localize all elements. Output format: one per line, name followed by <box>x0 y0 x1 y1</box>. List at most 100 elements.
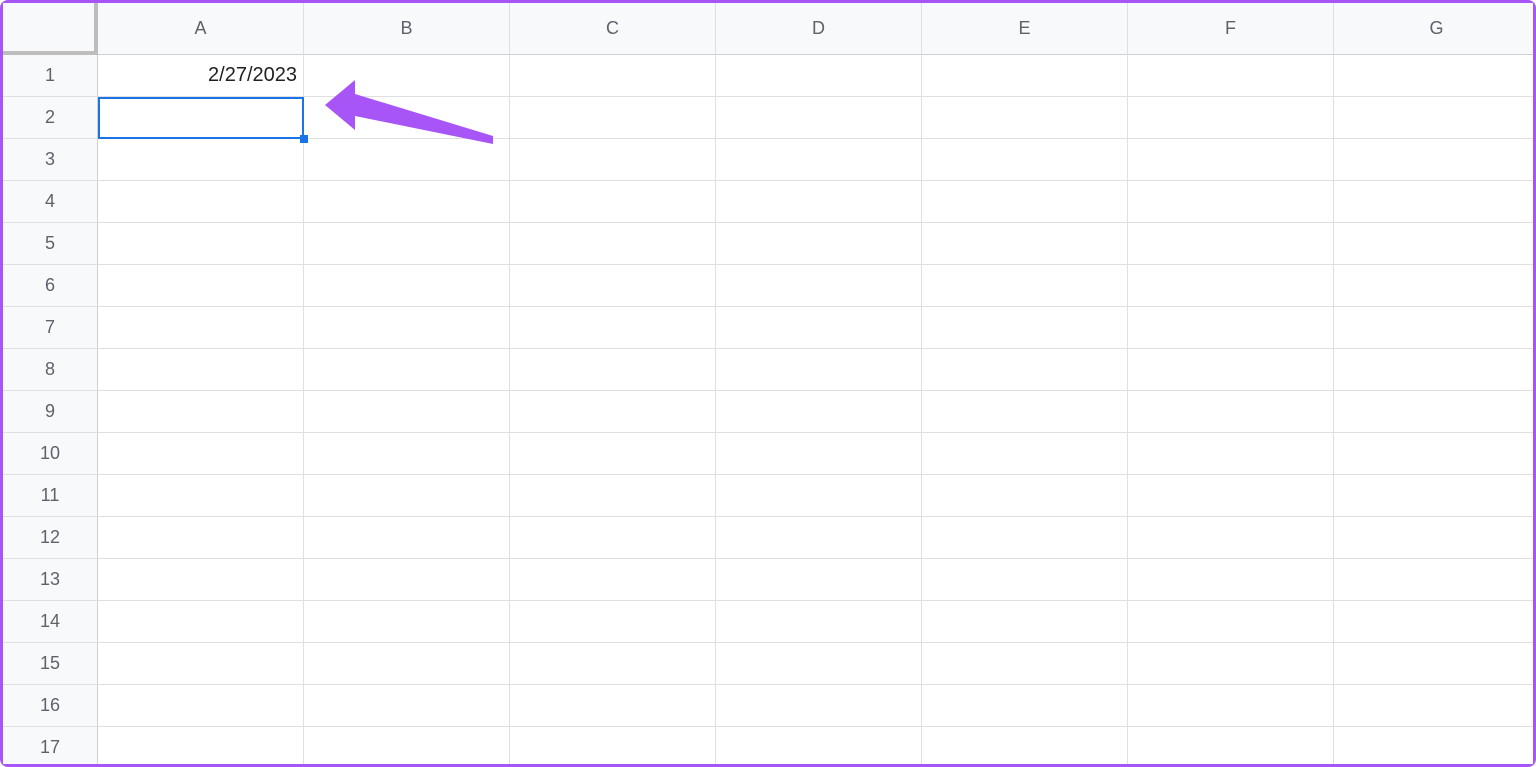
cell-e15[interactable] <box>922 643 1128 685</box>
cell-f15[interactable] <box>1128 643 1334 685</box>
cell-g11[interactable] <box>1334 475 1533 517</box>
cell-g5[interactable] <box>1334 223 1533 265</box>
cell-d13[interactable] <box>716 559 922 601</box>
cell-f8[interactable] <box>1128 349 1334 391</box>
cell-g10[interactable] <box>1334 433 1533 475</box>
cell-g17[interactable] <box>1334 727 1533 764</box>
cell-c10[interactable] <box>510 433 716 475</box>
cell-b14[interactable] <box>304 601 510 643</box>
cell-d12[interactable] <box>716 517 922 559</box>
column-header-g[interactable]: G <box>1334 3 1533 55</box>
cell-a1[interactable]: 2/27/2023 <box>98 55 304 97</box>
cell-g15[interactable] <box>1334 643 1533 685</box>
cell-d1[interactable] <box>716 55 922 97</box>
row-header-15[interactable]: 15 <box>3 643 98 685</box>
cell-a11[interactable] <box>98 475 304 517</box>
row-header-7[interactable]: 7 <box>3 307 98 349</box>
cell-c12[interactable] <box>510 517 716 559</box>
cell-a16[interactable] <box>98 685 304 727</box>
cell-e4[interactable] <box>922 181 1128 223</box>
cell-g9[interactable] <box>1334 391 1533 433</box>
cell-c7[interactable] <box>510 307 716 349</box>
cell-c14[interactable] <box>510 601 716 643</box>
cell-a17[interactable] <box>98 727 304 764</box>
row-header-16[interactable]: 16 <box>3 685 98 727</box>
select-all-corner[interactable] <box>3 3 98 55</box>
cell-a9[interactable] <box>98 391 304 433</box>
cell-d7[interactable] <box>716 307 922 349</box>
cell-c3[interactable] <box>510 139 716 181</box>
cell-b6[interactable] <box>304 265 510 307</box>
row-header-14[interactable]: 14 <box>3 601 98 643</box>
cell-d4[interactable] <box>716 181 922 223</box>
cell-f4[interactable] <box>1128 181 1334 223</box>
cell-b9[interactable] <box>304 391 510 433</box>
row-header-3[interactable]: 3 <box>3 139 98 181</box>
row-header-8[interactable]: 8 <box>3 349 98 391</box>
cell-f10[interactable] <box>1128 433 1334 475</box>
cell-e9[interactable] <box>922 391 1128 433</box>
row-header-6[interactable]: 6 <box>3 265 98 307</box>
cell-e8[interactable] <box>922 349 1128 391</box>
cell-c15[interactable] <box>510 643 716 685</box>
cell-g4[interactable] <box>1334 181 1533 223</box>
cell-d17[interactable] <box>716 727 922 764</box>
cell-c6[interactable] <box>510 265 716 307</box>
spreadsheet-grid[interactable]: ABCDEFG12/27/202323456789101112131415161… <box>3 3 1533 764</box>
cell-a7[interactable] <box>98 307 304 349</box>
cell-f13[interactable] <box>1128 559 1334 601</box>
cell-f17[interactable] <box>1128 727 1334 764</box>
cell-e6[interactable] <box>922 265 1128 307</box>
cell-b5[interactable] <box>304 223 510 265</box>
cell-g3[interactable] <box>1334 139 1533 181</box>
cell-c5[interactable] <box>510 223 716 265</box>
cell-f9[interactable] <box>1128 391 1334 433</box>
cell-f5[interactable] <box>1128 223 1334 265</box>
cell-b8[interactable] <box>304 349 510 391</box>
cell-g16[interactable] <box>1334 685 1533 727</box>
row-header-12[interactable]: 12 <box>3 517 98 559</box>
cell-f12[interactable] <box>1128 517 1334 559</box>
cell-g2[interactable] <box>1334 97 1533 139</box>
cell-e14[interactable] <box>922 601 1128 643</box>
cell-e3[interactable] <box>922 139 1128 181</box>
column-header-d[interactable]: D <box>716 3 922 55</box>
cell-a2[interactable] <box>98 97 304 139</box>
cell-e10[interactable] <box>922 433 1128 475</box>
cell-a14[interactable] <box>98 601 304 643</box>
column-header-f[interactable]: F <box>1128 3 1334 55</box>
cell-c9[interactable] <box>510 391 716 433</box>
cell-d15[interactable] <box>716 643 922 685</box>
cell-d10[interactable] <box>716 433 922 475</box>
row-header-2[interactable]: 2 <box>3 97 98 139</box>
row-header-9[interactable]: 9 <box>3 391 98 433</box>
cell-c1[interactable] <box>510 55 716 97</box>
cell-c8[interactable] <box>510 349 716 391</box>
cell-a8[interactable] <box>98 349 304 391</box>
row-header-13[interactable]: 13 <box>3 559 98 601</box>
column-header-a[interactable]: A <box>98 3 304 55</box>
cell-f7[interactable] <box>1128 307 1334 349</box>
cell-a10[interactable] <box>98 433 304 475</box>
cell-c16[interactable] <box>510 685 716 727</box>
cell-b13[interactable] <box>304 559 510 601</box>
cell-g1[interactable] <box>1334 55 1533 97</box>
cell-f14[interactable] <box>1128 601 1334 643</box>
cell-d8[interactable] <box>716 349 922 391</box>
cell-g7[interactable] <box>1334 307 1533 349</box>
cell-a12[interactable] <box>98 517 304 559</box>
cell-e17[interactable] <box>922 727 1128 764</box>
cell-b3[interactable] <box>304 139 510 181</box>
cell-a5[interactable] <box>98 223 304 265</box>
cell-f2[interactable] <box>1128 97 1334 139</box>
cell-b17[interactable] <box>304 727 510 764</box>
cell-d14[interactable] <box>716 601 922 643</box>
cell-c4[interactable] <box>510 181 716 223</box>
cell-a6[interactable] <box>98 265 304 307</box>
cell-d6[interactable] <box>716 265 922 307</box>
cell-g12[interactable] <box>1334 517 1533 559</box>
row-header-10[interactable]: 10 <box>3 433 98 475</box>
cell-b12[interactable] <box>304 517 510 559</box>
cell-b1[interactable] <box>304 55 510 97</box>
cell-b2[interactable] <box>304 97 510 139</box>
